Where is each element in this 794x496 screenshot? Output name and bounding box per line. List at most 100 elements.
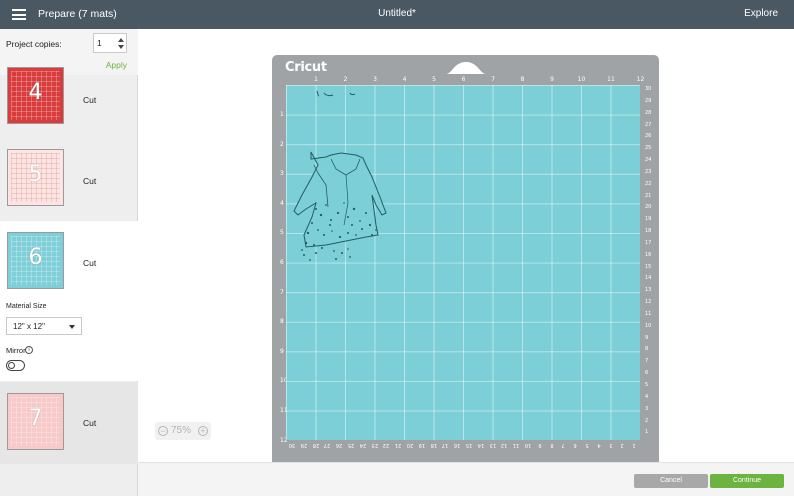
ruler-right-tick: 21 (645, 192, 652, 199)
ruler-top-tick: 9 (550, 76, 554, 83)
continue-button[interactable]: Continue (710, 474, 784, 488)
ruler-bottom-tick: 8 (550, 442, 554, 448)
ruler-right-tick: 6 (645, 370, 649, 377)
hamburger-menu-icon[interactable] (12, 9, 26, 20)
ruler-left-tick: 4 (280, 199, 284, 207)
ruler-right-tick: 10 (645, 322, 652, 329)
ruler-bottom-tick: 13 (489, 442, 496, 448)
mat-cut-area (286, 85, 640, 440)
mat-item-7[interactable]: 7 Cut (0, 382, 138, 464)
top-bar: Prepare (7 mats) Untitled* Explore (0, 0, 794, 29)
ruler-bottom-tick: 11 (513, 442, 520, 448)
ruler-right-tick: 2 (645, 417, 649, 424)
ruler-bottom-tick: 3 (609, 442, 613, 448)
ruler-top: 1 2 3 4 5 6 7 8 9 10 11 12 (286, 76, 654, 85)
ruler-bottom-tick: 22 (383, 442, 390, 448)
bottom-bar: Cancel Continue (138, 462, 794, 496)
ruler-bottom-tick: 25 (347, 442, 355, 448)
zoom-in-icon[interactable]: + (198, 426, 208, 436)
ruler-right-tick: 16 (645, 251, 652, 258)
copies-value[interactable]: 1 (97, 38, 102, 48)
mat-thumbnail[interactable]: 4 (7, 67, 64, 124)
ruler-bottom-tick: 16 (454, 442, 461, 448)
ruler-right-tick: 3 (645, 405, 649, 412)
mat-item-6[interactable]: 6 Cut (0, 221, 138, 381)
mat-cut-label: Cut (83, 95, 97, 105)
ruler-bottom-tick: 26 (336, 442, 343, 448)
copies-stepper[interactable]: 1 (93, 33, 127, 53)
ruler-top-tick: 11 (607, 76, 615, 83)
ruler-top-tick: 7 (491, 76, 495, 83)
ruler-bottom-tick: 24 (359, 442, 366, 448)
ruler-top-tick: 5 (432, 76, 436, 83)
ruler-right-tick: 27 (645, 121, 652, 128)
ruler-top-tick: 4 (402, 76, 407, 83)
material-size-select[interactable]: 12" x 12" (6, 317, 82, 335)
ruler-bottom-tick: 19 (418, 442, 425, 448)
project-copies-label: Project copies: (6, 39, 62, 49)
mat-thumbnail[interactable]: 5 (7, 149, 64, 206)
ruler-bottom-tick: 12 (501, 442, 508, 448)
prepare-title: Prepare (7 mats) (38, 8, 117, 20)
ruler-right-tick: 23 (645, 168, 652, 175)
ruler-right-tick: 8 (645, 346, 649, 353)
mirror-toggle[interactable] (6, 360, 25, 371)
mat-number: 4 (28, 80, 43, 105)
mat-number: 7 (28, 406, 43, 431)
ruler-right-tick: 28 (645, 109, 652, 116)
ruler-bottom-tick: 29 (300, 442, 307, 448)
mat-number: 5 (28, 162, 43, 187)
ruler-bottom-tick: 14 (477, 442, 484, 448)
ruler-right-tick: 1 (645, 429, 649, 436)
ruler-top-tick: 10 (577, 76, 586, 83)
mat-cut-label: Cut (83, 258, 97, 268)
info-icon[interactable]: i (25, 346, 33, 354)
ruler-left-tick: 8 (280, 318, 284, 326)
ruler-right-tick: 29 (645, 97, 652, 104)
ruler-right-tick: 11 (645, 310, 652, 317)
ruler-top-tick: 8 (520, 76, 525, 83)
ruler-right-tick: 20 (645, 204, 652, 211)
ruler-top-tick: 6 (461, 76, 466, 83)
apply-button[interactable]: Apply (106, 60, 127, 70)
ruler-right-tick: 17 (645, 239, 652, 246)
material-size-value[interactable]: 12" x 12" (13, 322, 45, 331)
ruler-left-tick: 7 (280, 288, 284, 296)
ruler-right-tick: 30 (645, 86, 652, 92)
ruler-bottom-tick: 30 (288, 442, 296, 448)
mat-thumbnail[interactable]: 6 (7, 232, 64, 289)
cancel-button[interactable]: Cancel (634, 474, 708, 488)
ruler-left-tick: 1 (280, 111, 284, 118)
ruler-right-tick: 19 (645, 216, 652, 223)
stepper-up-icon[interactable] (118, 38, 124, 42)
ruler-right-tick: 18 (645, 228, 652, 235)
ruler-bottom-tick: 15 (465, 442, 473, 448)
document-title: Untitled* (378, 8, 416, 19)
ruler-left-tick: 5 (280, 229, 284, 237)
material-size-label: Material Size (6, 303, 47, 310)
ruler-bottom-tick: 1 (632, 442, 636, 448)
explore-link[interactable]: Explore (744, 8, 778, 19)
stepper-down-icon[interactable] (118, 45, 124, 49)
ruler-top-tick: 1 (314, 76, 318, 83)
ruler-left-tick: 6 (280, 259, 284, 266)
mat-cut-label: Cut (83, 418, 97, 428)
mat-item-4[interactable]: 4 Cut (0, 67, 138, 131)
ruler-right-tick: 26 (645, 133, 652, 140)
zoom-level: 75% (171, 425, 192, 436)
dress-design[interactable] (286, 85, 406, 285)
mat-thumbnail[interactable]: 7 (7, 393, 64, 450)
zoom-out-icon[interactable]: − (158, 426, 168, 436)
ruler-top-tick: 3 (373, 76, 377, 83)
ruler-left-tick: 9 (280, 347, 284, 355)
ruler-bottom-tick: 27 (324, 442, 331, 448)
chevron-down-icon[interactable] (69, 325, 75, 329)
ruler-top-tick: 12 (636, 76, 645, 83)
ruler-right-tick: 5 (645, 382, 649, 388)
zoom-control: − 75% + (155, 422, 211, 440)
ruler-top-tick: 2 (343, 76, 348, 83)
ruler-left-tick: 3 (280, 170, 284, 178)
ruler-bottom-tick: 6 (573, 442, 577, 448)
ruler-right-tick: 13 (645, 287, 652, 294)
mat-item-5[interactable]: 5 Cut (0, 139, 138, 211)
